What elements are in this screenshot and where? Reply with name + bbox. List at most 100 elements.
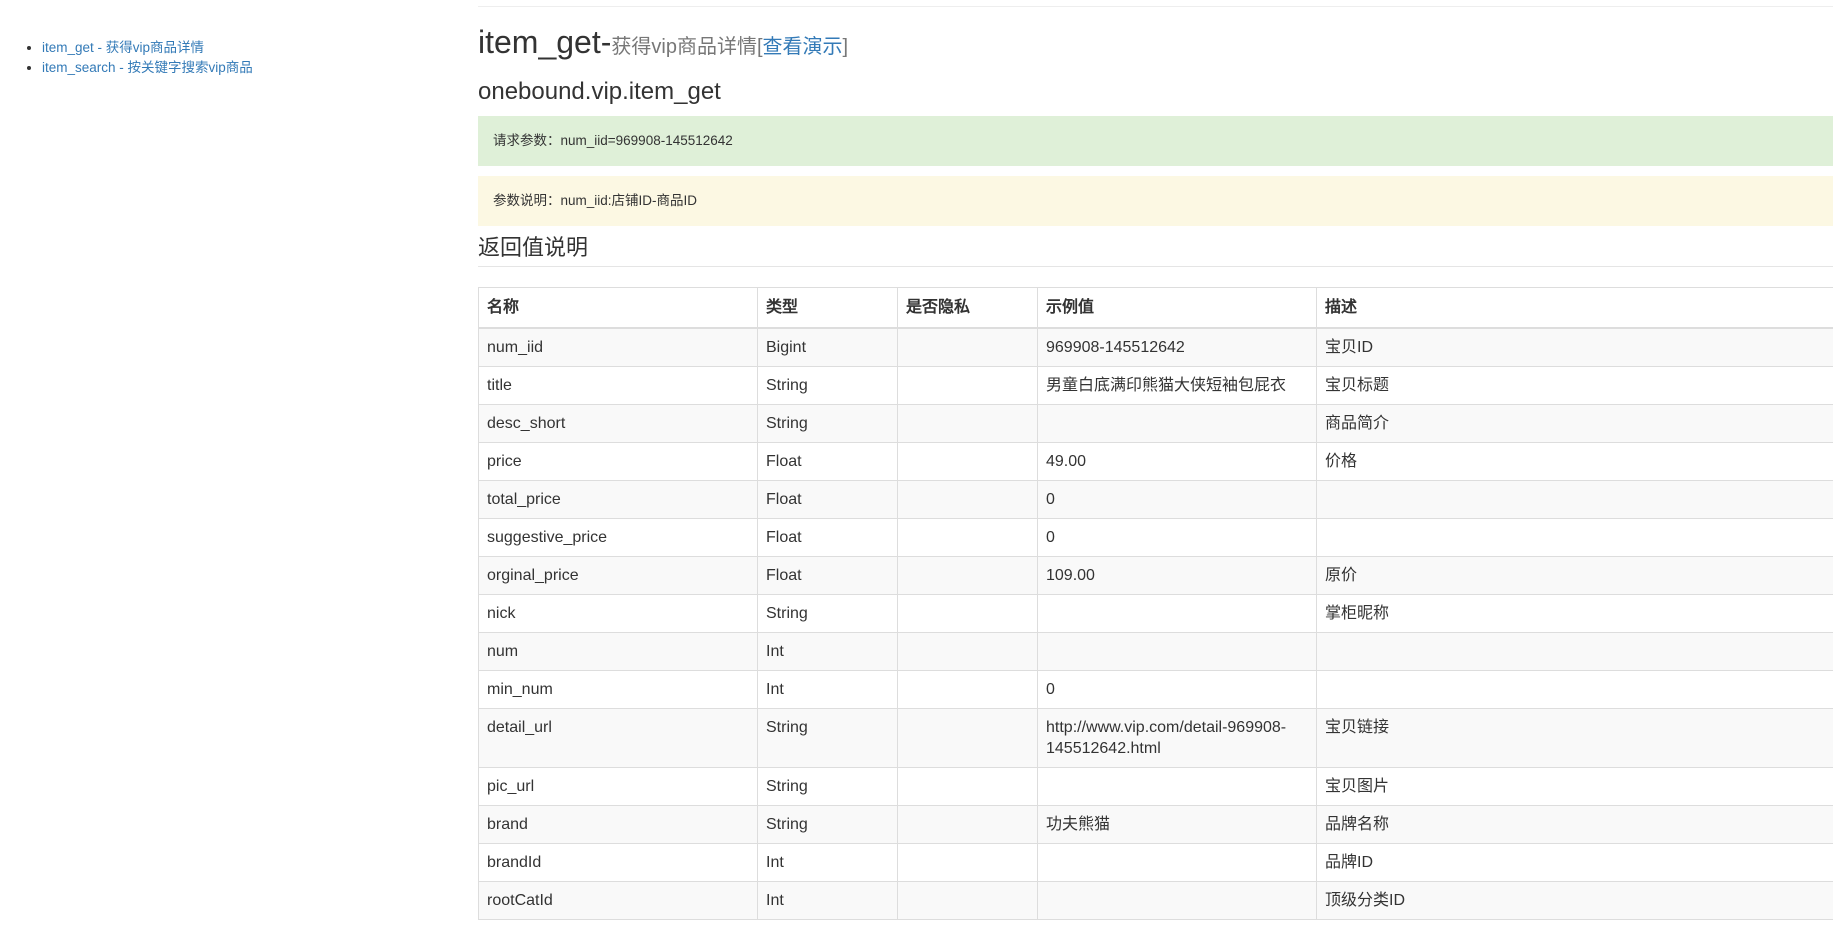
- cell-private: [897, 594, 1038, 633]
- cell-description: 宝贝链接: [1316, 708, 1833, 768]
- cell-type: Int: [757, 632, 898, 671]
- view-demo-link[interactable]: 查看演示: [763, 36, 843, 58]
- return-values-title: 返回值说明: [478, 236, 1833, 267]
- table-body: num_iid Bigint 969908-145512642 宝贝ID title St…: [478, 327, 1833, 920]
- cell-type: Float: [757, 480, 898, 519]
- cell-description: [1316, 480, 1833, 519]
- cell-private: [897, 632, 1038, 671]
- cell-type: Float: [757, 518, 898, 557]
- table-row: desc_short String 商品简介: [478, 404, 1833, 443]
- api-list: item_get - 获得vip商品详情 item_search - 按关键字搜…: [0, 38, 420, 78]
- col-name-header: 名称: [478, 287, 758, 329]
- cell-description: 宝贝标题: [1316, 366, 1833, 405]
- cell-description: 宝贝ID: [1316, 327, 1833, 367]
- cell-example: 0: [1037, 480, 1317, 519]
- cell-example: [1037, 594, 1317, 633]
- cell-example: [1037, 843, 1317, 882]
- page-title: item_get-获得vip商品详情[查看演示]: [478, 24, 848, 61]
- cell-description: 商品简介: [1316, 404, 1833, 443]
- cell-name: nick: [478, 594, 758, 633]
- cell-example: [1037, 632, 1317, 671]
- cell-name: detail_url: [478, 708, 758, 768]
- cell-type: String: [757, 708, 898, 768]
- cell-type: Int: [757, 670, 898, 709]
- cell-type: Int: [757, 881, 898, 920]
- cell-private: [897, 366, 1038, 405]
- col-type-header: 类型: [757, 287, 898, 329]
- cell-private: [897, 556, 1038, 595]
- cell-private: [897, 480, 1038, 519]
- col-description-header: 描述: [1316, 287, 1833, 329]
- cell-example: http://www.vip.com/detail-969908- 1455126…: [1037, 708, 1317, 768]
- cell-description: 价格: [1316, 442, 1833, 481]
- item-get-link[interactable]: item_get - 获得vip商品详情: [42, 40, 204, 55]
- cell-name: pic_url: [478, 767, 758, 806]
- cell-description: 宝贝图片: [1316, 767, 1833, 806]
- cell-private: [897, 843, 1038, 882]
- table-row: title String 男童白底满印熊猫大侠短袖包屁衣 宝贝标题: [478, 366, 1833, 405]
- cell-example: 功夫熊猫: [1037, 805, 1317, 844]
- cell-type: String: [757, 404, 898, 443]
- cell-name: num: [478, 632, 758, 671]
- cell-name: brandId: [478, 843, 758, 882]
- request-params-box: 请求参数：num_iid=969908-145512642: [478, 116, 1833, 166]
- api-name: onebound.vip.item_get: [478, 78, 721, 105]
- cell-type: String: [757, 805, 898, 844]
- cell-private: [897, 670, 1038, 709]
- cell-name: orginal_price: [478, 556, 758, 595]
- sidebar-item-item-search: item_search - 按关键字搜索vip商品: [42, 58, 420, 78]
- cell-example: 109.00: [1037, 556, 1317, 595]
- cell-description: [1316, 670, 1833, 709]
- top-divider: [478, 6, 1833, 7]
- cell-description: [1316, 632, 1833, 671]
- cell-type: Float: [757, 556, 898, 595]
- sidebar-nav: item_get - 获得vip商品详情 item_search - 按关键字搜…: [0, 38, 420, 78]
- cell-private: [897, 805, 1038, 844]
- cell-example: 0: [1037, 518, 1317, 557]
- cell-type: String: [757, 767, 898, 806]
- bracket-close: ]: [842, 36, 849, 58]
- col-private-header: 是否隐私: [897, 287, 1038, 329]
- cell-description: [1316, 518, 1833, 557]
- sidebar-item-item-get: item_get - 获得vip商品详情: [42, 38, 420, 58]
- table-row: brand String 功夫熊猫 品牌名称: [478, 805, 1833, 844]
- cell-example: 969908-145512642: [1037, 327, 1317, 367]
- cell-private: [897, 442, 1038, 481]
- cell-type: String: [757, 366, 898, 405]
- cell-name: title: [478, 366, 758, 405]
- cell-type: Float: [757, 442, 898, 481]
- cell-name: brand: [478, 805, 758, 844]
- cell-private: [897, 767, 1038, 806]
- cell-type: Int: [757, 843, 898, 882]
- cell-private: [897, 708, 1038, 768]
- cell-private: [897, 327, 1038, 367]
- table-row: pic_url String 宝贝图片: [478, 767, 1833, 806]
- table-row: brandId Int 品牌ID: [478, 843, 1833, 882]
- cell-description: 顶级分类ID: [1316, 881, 1833, 920]
- cell-private: [897, 518, 1038, 557]
- cell-name: suggestive_price: [478, 518, 758, 557]
- params-description-box: 参数说明：num_iid:店铺ID-商品ID: [478, 176, 1833, 226]
- cell-type: Bigint: [757, 327, 898, 367]
- table-row: nick String 掌柜昵称: [478, 594, 1833, 633]
- cell-example: 0: [1037, 670, 1317, 709]
- item-search-link[interactable]: item_search - 按关键字搜索vip商品: [42, 60, 253, 75]
- cell-example: 49.00: [1037, 442, 1317, 481]
- cell-description: 品牌名称: [1316, 805, 1833, 844]
- cell-name: num_iid: [478, 327, 758, 367]
- cell-example: [1037, 767, 1317, 806]
- cell-name: desc_short: [478, 404, 758, 443]
- table-row: min_num Int 0: [478, 670, 1833, 709]
- table-header-row: 名称 类型 是否隐私 示例值 描述: [478, 287, 1833, 329]
- table-row: suggestive_price Float 0: [478, 518, 1833, 557]
- title-sub: 获得vip商品详情: [611, 36, 757, 58]
- cell-description: 掌柜昵称: [1316, 594, 1833, 633]
- table-row: total_price Float 0: [478, 480, 1833, 519]
- cell-private: [897, 881, 1038, 920]
- cell-description: 原价: [1316, 556, 1833, 595]
- cell-name: total_price: [478, 480, 758, 519]
- cell-name: rootCatId: [478, 881, 758, 920]
- table-row: num Int: [478, 632, 1833, 671]
- cell-private: [897, 404, 1038, 443]
- cell-example: [1037, 881, 1317, 920]
